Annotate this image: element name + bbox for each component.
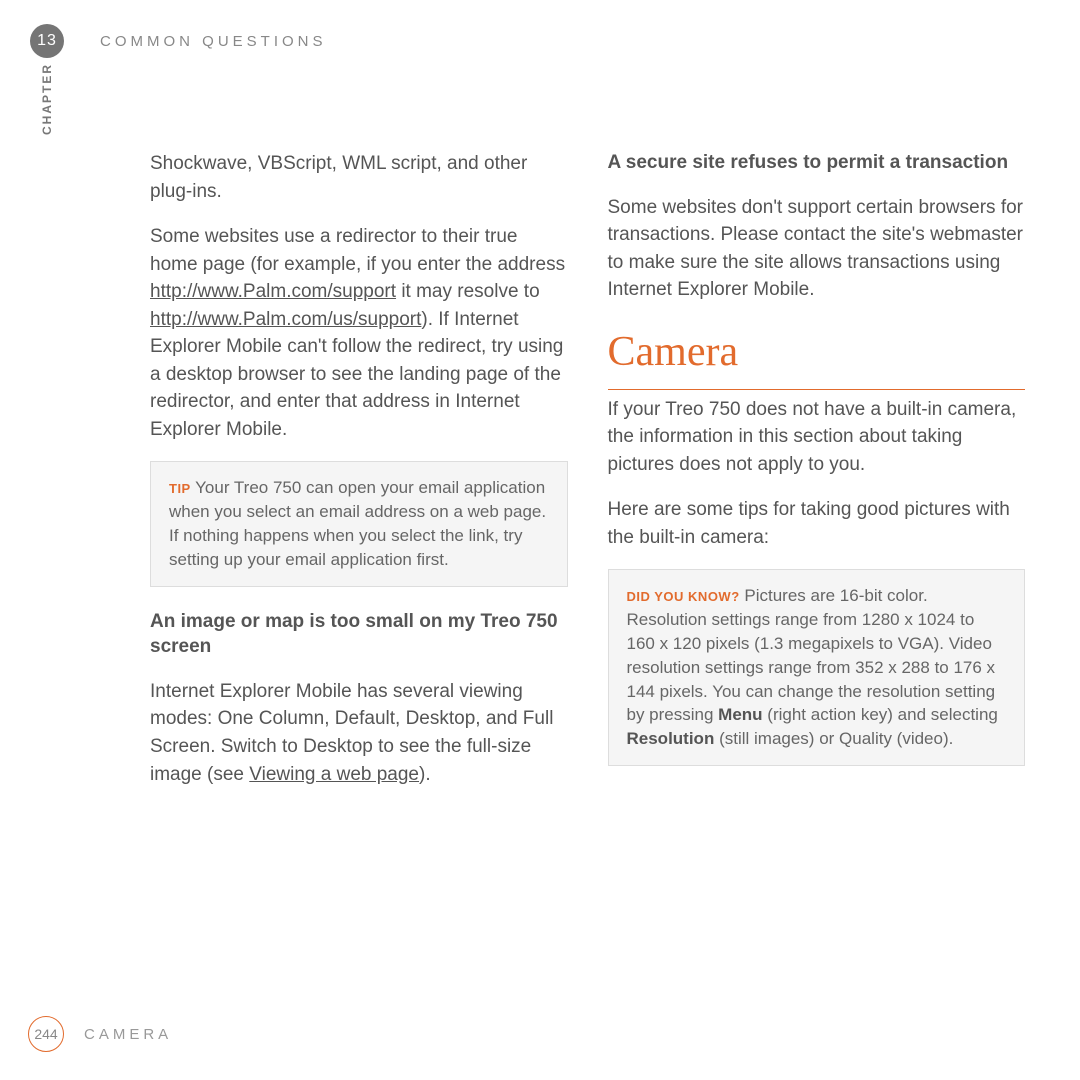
dyk-text: (still images) or Quality (video).	[714, 729, 953, 748]
cross-ref-link[interactable]: Viewing a web page	[249, 764, 419, 785]
tip-label: TIP	[169, 481, 191, 496]
page-number-badge: 244	[28, 1016, 64, 1052]
did-you-know-label: DID YOU KNOW?	[627, 589, 740, 604]
dyk-text: (right action key) and selecting	[763, 705, 998, 724]
text-fragment: Some websites use a redirector to their …	[150, 226, 565, 275]
right-column: A secure site refuses to permit a transa…	[608, 150, 1026, 806]
dyk-text: Pictures are 16-bit color. Resolution se…	[627, 586, 996, 724]
body-text: Shockwave, VBScript, WML script, and oth…	[150, 150, 568, 205]
chapter-title: COMMON QUESTIONS	[100, 33, 327, 50]
footer-section-label: CAMERA	[84, 1026, 172, 1043]
body-text: Some websites use a redirector to their …	[150, 223, 568, 443]
body-text: Internet Explorer Mobile has several vie…	[150, 678, 568, 788]
tip-callout: TIP Your Treo 750 can open your email ap…	[150, 461, 568, 586]
subheading: An image or map is too small on my Treo …	[150, 609, 568, 660]
text-fragment: ).	[419, 764, 431, 785]
resolution-keyword: Resolution	[627, 729, 715, 748]
content-columns: Shockwave, VBScript, WML script, and oth…	[150, 150, 1025, 806]
chapter-number-badge: 13	[30, 24, 64, 58]
url-link[interactable]: http://www.Palm.com/support	[150, 281, 396, 302]
body-text: Some websites don't support certain brow…	[608, 194, 1026, 304]
chapter-side-label: CHAPTER	[40, 63, 54, 135]
body-text: Here are some tips for taking good pictu…	[608, 496, 1026, 551]
url-link[interactable]: http://www.Palm.com/us/support	[150, 309, 421, 330]
did-you-know-callout: DID YOU KNOW? Pictures are 16-bit color.…	[608, 569, 1026, 766]
document-page: 13 COMMON QUESTIONS CHAPTER Shockwave, V…	[0, 0, 1080, 1080]
text-fragment: it may resolve to	[396, 281, 540, 302]
tip-text: Your Treo 750 can open your email applic…	[169, 478, 546, 568]
menu-keyword: Menu	[718, 705, 762, 724]
left-column: Shockwave, VBScript, WML script, and oth…	[150, 150, 568, 806]
body-text: If your Treo 750 does not have a built-i…	[608, 396, 1026, 479]
page-footer: 244 CAMERA	[28, 1016, 172, 1052]
section-heading-camera: Camera	[608, 322, 1026, 390]
subheading: A secure site refuses to permit a transa…	[608, 150, 1026, 176]
